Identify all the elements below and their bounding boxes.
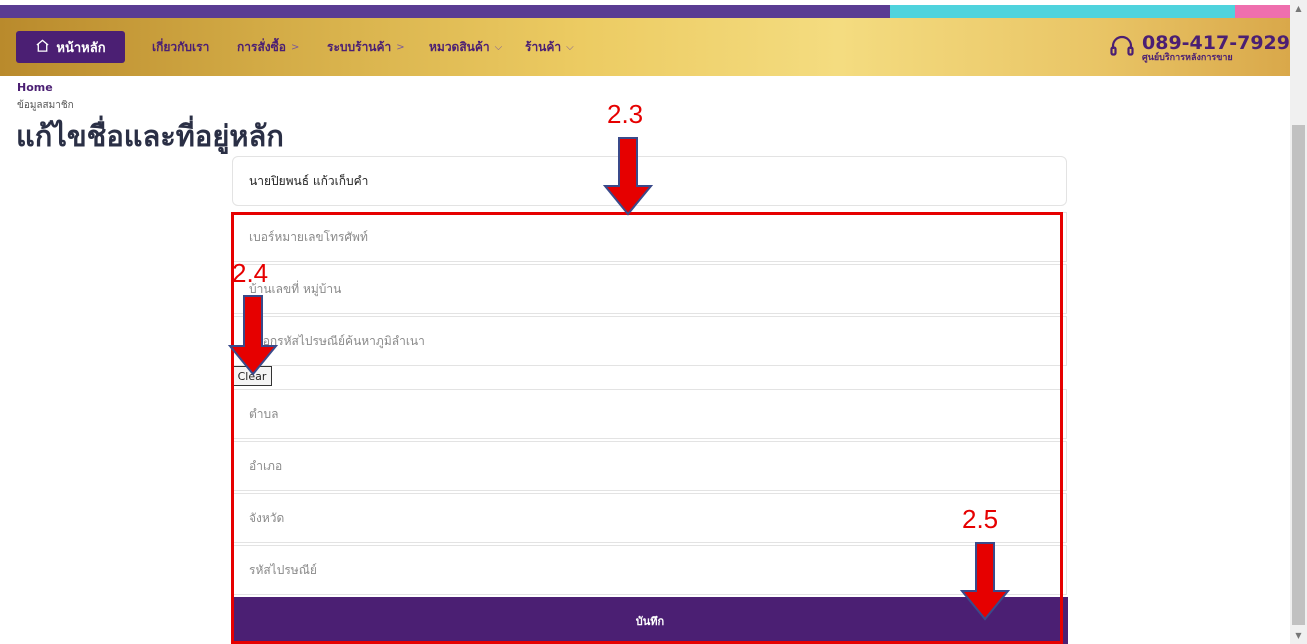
support-phone[interactable]: 089-417-7929 ศูนย์บริการหลังการขาย bbox=[1108, 26, 1290, 70]
scrollbar-thumb[interactable] bbox=[1292, 125, 1305, 625]
annotation-arrow-down-icon bbox=[602, 137, 654, 216]
page-title: แก้ไขชื่อและที่อยู่หลัก bbox=[16, 119, 284, 153]
annotation-highlight-box bbox=[231, 212, 1063, 644]
annotation-label-2-3: 2.3 bbox=[607, 99, 644, 129]
annotation-label-2-4: 2.4 bbox=[232, 258, 269, 288]
scroll-up-icon[interactable]: ▲ bbox=[1290, 0, 1307, 17]
chevron-down-icon: ⌵ bbox=[566, 42, 574, 53]
support-phone-caption: ศูนย์บริการหลังการขาย bbox=[1142, 53, 1233, 63]
nav-item-about[interactable]: เกี่ยวกับเรา bbox=[152, 38, 209, 57]
nav-item-ordering[interactable]: การสั่งซื้อ > bbox=[237, 38, 299, 57]
nav-item-categories[interactable]: หมวดสินค้า ⌵ bbox=[429, 38, 502, 57]
support-phone-number: 089-417-7929 bbox=[1142, 32, 1290, 54]
home-nav-label: หน้าหลัก bbox=[56, 40, 106, 56]
annotation-arrow-down-icon bbox=[959, 542, 1011, 621]
chevron-right-icon: > bbox=[396, 42, 405, 53]
scroll-down-icon[interactable]: ▼ bbox=[1290, 627, 1307, 644]
main-navbar: หน้าหลัก เกี่ยวกับเรา การสั่งซื้อ > ระบบ… bbox=[0, 18, 1290, 76]
breadcrumb-section: ข้อมูลสมาชิก bbox=[17, 100, 74, 111]
nav-item-shop-system[interactable]: ระบบร้านค้า > bbox=[327, 38, 405, 57]
home-icon bbox=[35, 38, 50, 57]
home-nav-button[interactable]: หน้าหลัก bbox=[16, 31, 125, 63]
annotation-arrow-down-icon bbox=[227, 295, 279, 376]
nav-item-stores[interactable]: ร้านค้า ⌵ bbox=[525, 38, 574, 57]
top-color-strip bbox=[0, 0, 1290, 18]
headset-icon bbox=[1108, 32, 1136, 64]
chevron-down-icon: ⌵ bbox=[494, 42, 503, 53]
chevron-right-icon: > bbox=[290, 42, 300, 53]
breadcrumb-home[interactable]: Home bbox=[17, 81, 53, 94]
page-scrollbar[interactable]: ▲ ▼ bbox=[1290, 0, 1307, 644]
annotation-label-2-5: 2.5 bbox=[962, 504, 999, 534]
